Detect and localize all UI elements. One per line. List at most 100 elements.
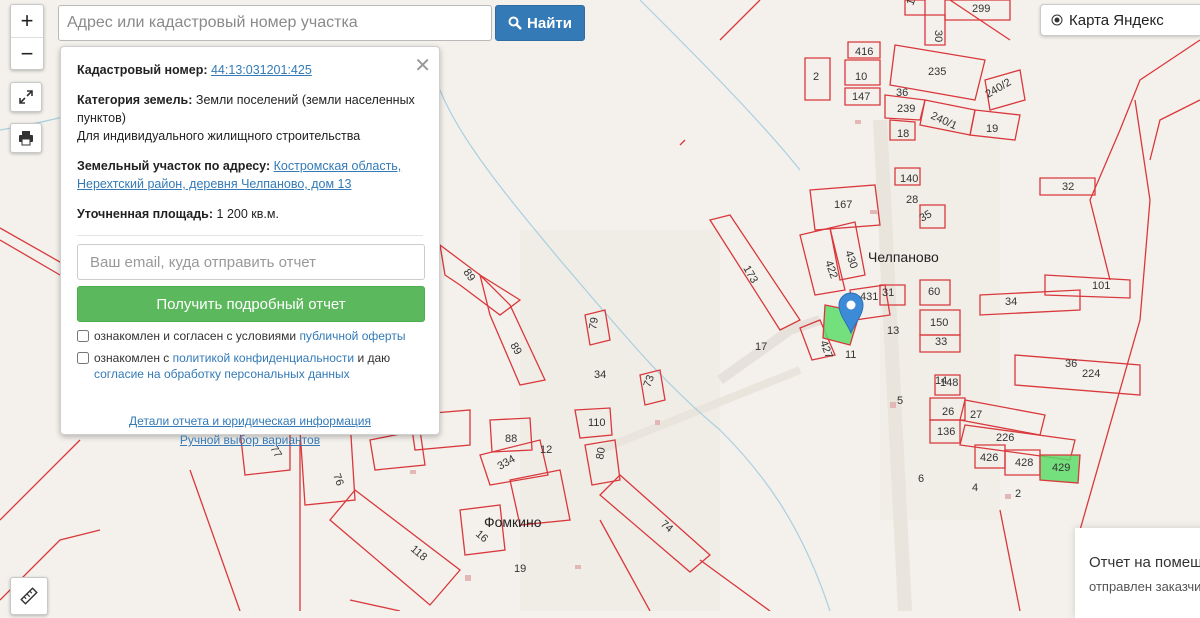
privacy-text: ознакомлен с политикой конфиденциальност…	[94, 350, 423, 382]
close-icon[interactable]: ✕	[414, 53, 431, 78]
parcel-label: 14	[935, 375, 947, 387]
parcel-label: 5	[897, 395, 903, 407]
area-row: Уточненная площадь: 1 200 кв.м.	[77, 205, 423, 223]
parcel-label: 140	[900, 173, 918, 185]
address-search-input[interactable]	[58, 5, 492, 41]
address-row: Земельный участок по адресу: Костромская…	[77, 157, 423, 193]
parcel-label: 15	[905, 0, 920, 7]
privacy-policy-link[interactable]: политикой конфиденциальности	[173, 351, 354, 365]
offer-agreement: ознакомлен и согласен с условиями публич…	[77, 328, 423, 344]
zoom-out-button[interactable]: −	[11, 37, 43, 70]
zoom-in-button[interactable]: +	[11, 5, 43, 37]
village-label-fomkino: Фомкино	[484, 514, 542, 530]
parcel-label: 19	[514, 563, 526, 575]
parcel-label: 429	[1052, 462, 1070, 474]
ruler-icon	[20, 587, 38, 605]
fullscreen-button[interactable]	[10, 82, 42, 112]
parcel-label: 34	[1005, 296, 1017, 308]
parcel-label: 428	[1015, 457, 1033, 469]
parcel-label: 76	[330, 472, 345, 488]
parcel-label: 34	[594, 369, 606, 381]
zoom-control: + −	[10, 4, 44, 70]
parcel-label: 19	[986, 123, 998, 135]
map-background	[520, 119, 1000, 611]
parcel-label: 31	[882, 287, 894, 299]
parcel-label: 118	[408, 543, 429, 563]
parcel-label: 2	[813, 71, 819, 83]
parcel-label: 27	[970, 409, 982, 421]
offer-text-prefix: ознакомлен и согласен с условиями	[94, 329, 300, 343]
divider	[77, 235, 423, 236]
offer-text: ознакомлен и согласен с условиями публич…	[94, 328, 405, 344]
personal-data-consent-link[interactable]: согласие на обработку персональных данны…	[94, 367, 350, 381]
print-button[interactable]	[10, 123, 42, 153]
parcel-label: 36	[896, 87, 908, 99]
cadastral-label: Кадастровый номер:	[77, 63, 208, 77]
radio-selected-icon	[1051, 14, 1063, 26]
parcel-label: 80	[594, 446, 608, 460]
get-report-button[interactable]: Получить подробный отчет	[77, 286, 425, 322]
privacy-text-prefix: ознакомлен с	[94, 351, 173, 365]
parcel-label: 11	[845, 349, 856, 361]
address-label: Земельный участок по адресу:	[77, 159, 271, 173]
parcel-label: 26	[942, 406, 954, 418]
category-label: Категория земель:	[77, 93, 193, 107]
report-toast: Отчет на помещ отправлен заказчи	[1075, 528, 1200, 618]
parcel-label: 426	[980, 452, 998, 464]
parcel-label: 430	[842, 249, 860, 270]
printer-icon	[19, 131, 33, 146]
parcel-label: 60	[928, 286, 940, 298]
toast-title: Отчет на помещ	[1089, 554, 1200, 571]
toast-subtitle: отправлен заказчи	[1089, 579, 1200, 594]
parcel-label: 240/2	[984, 76, 1014, 100]
parcel-info-popup: ✕ Кадастровый номер: 44:13:031201:425 Ка…	[60, 46, 440, 447]
parcel-label: 427	[817, 339, 835, 360]
parcel-label: 33	[935, 336, 947, 348]
parcel-label: 147	[852, 91, 870, 103]
parcel-label: 32	[1062, 181, 1074, 193]
parcel-label: 150	[930, 317, 948, 329]
parcel-label: 89	[461, 267, 478, 284]
parcel-label: 110	[588, 417, 606, 429]
offer-checkbox[interactable]	[77, 330, 89, 342]
manual-selection-link[interactable]: Ручной выбор вариантов	[77, 431, 423, 450]
parcel-label: 224	[1082, 368, 1100, 380]
search-button[interactable]: Найти	[495, 5, 585, 41]
privacy-checkbox[interactable]	[77, 352, 89, 364]
parcel-label: 4	[972, 482, 978, 494]
ruler-button[interactable]	[10, 577, 48, 615]
parcel-label: 6	[918, 473, 924, 485]
parcel-label: 16	[473, 528, 490, 545]
parcel-label: 10	[855, 71, 867, 83]
email-field[interactable]	[77, 244, 425, 280]
cadastral-number-link[interactable]: 44:13:031201:425	[211, 63, 312, 77]
parcel-label: 235	[928, 66, 946, 78]
parcel-label: 13	[887, 325, 899, 337]
parcel-label: 30	[932, 30, 944, 42]
parcel-label: 18	[897, 128, 909, 140]
offer-link[interactable]: публичной оферты	[299, 329, 405, 343]
parcel-label: 12	[540, 444, 552, 456]
privacy-text-mid: и даю	[354, 351, 391, 365]
map-layer-switch[interactable]: Карта Яндекс	[1040, 4, 1200, 36]
parcel-label: 101	[1092, 280, 1110, 292]
parcel-label: 2	[1015, 488, 1021, 500]
area-label: Уточненная площадь:	[77, 207, 214, 221]
report-details-link[interactable]: Детали отчета и юридическая информация	[77, 412, 423, 431]
parcel-label: 167	[834, 199, 852, 211]
parcel-label: 28	[906, 194, 918, 206]
parcel-label: 334	[496, 453, 518, 473]
parcel-label: 299	[972, 3, 990, 15]
search-icon	[508, 16, 522, 30]
parcel-label: 239	[897, 103, 915, 115]
parcel-label: 416	[855, 46, 873, 58]
map-layer-label: Карта Яндекс	[1069, 11, 1164, 29]
parcel-label: 88	[505, 433, 517, 445]
search-button-label: Найти	[527, 14, 572, 32]
parcel-label: 136	[937, 426, 955, 438]
cadastral-number-row: Кадастровый номер: 44:13:031201:425	[77, 61, 423, 79]
area-value: 1 200 кв.м.	[216, 207, 279, 221]
land-category-row: Категория земель: Земли поселений (земли…	[77, 91, 423, 145]
parcel-label: 79	[587, 316, 601, 330]
expand-icon	[19, 90, 33, 104]
